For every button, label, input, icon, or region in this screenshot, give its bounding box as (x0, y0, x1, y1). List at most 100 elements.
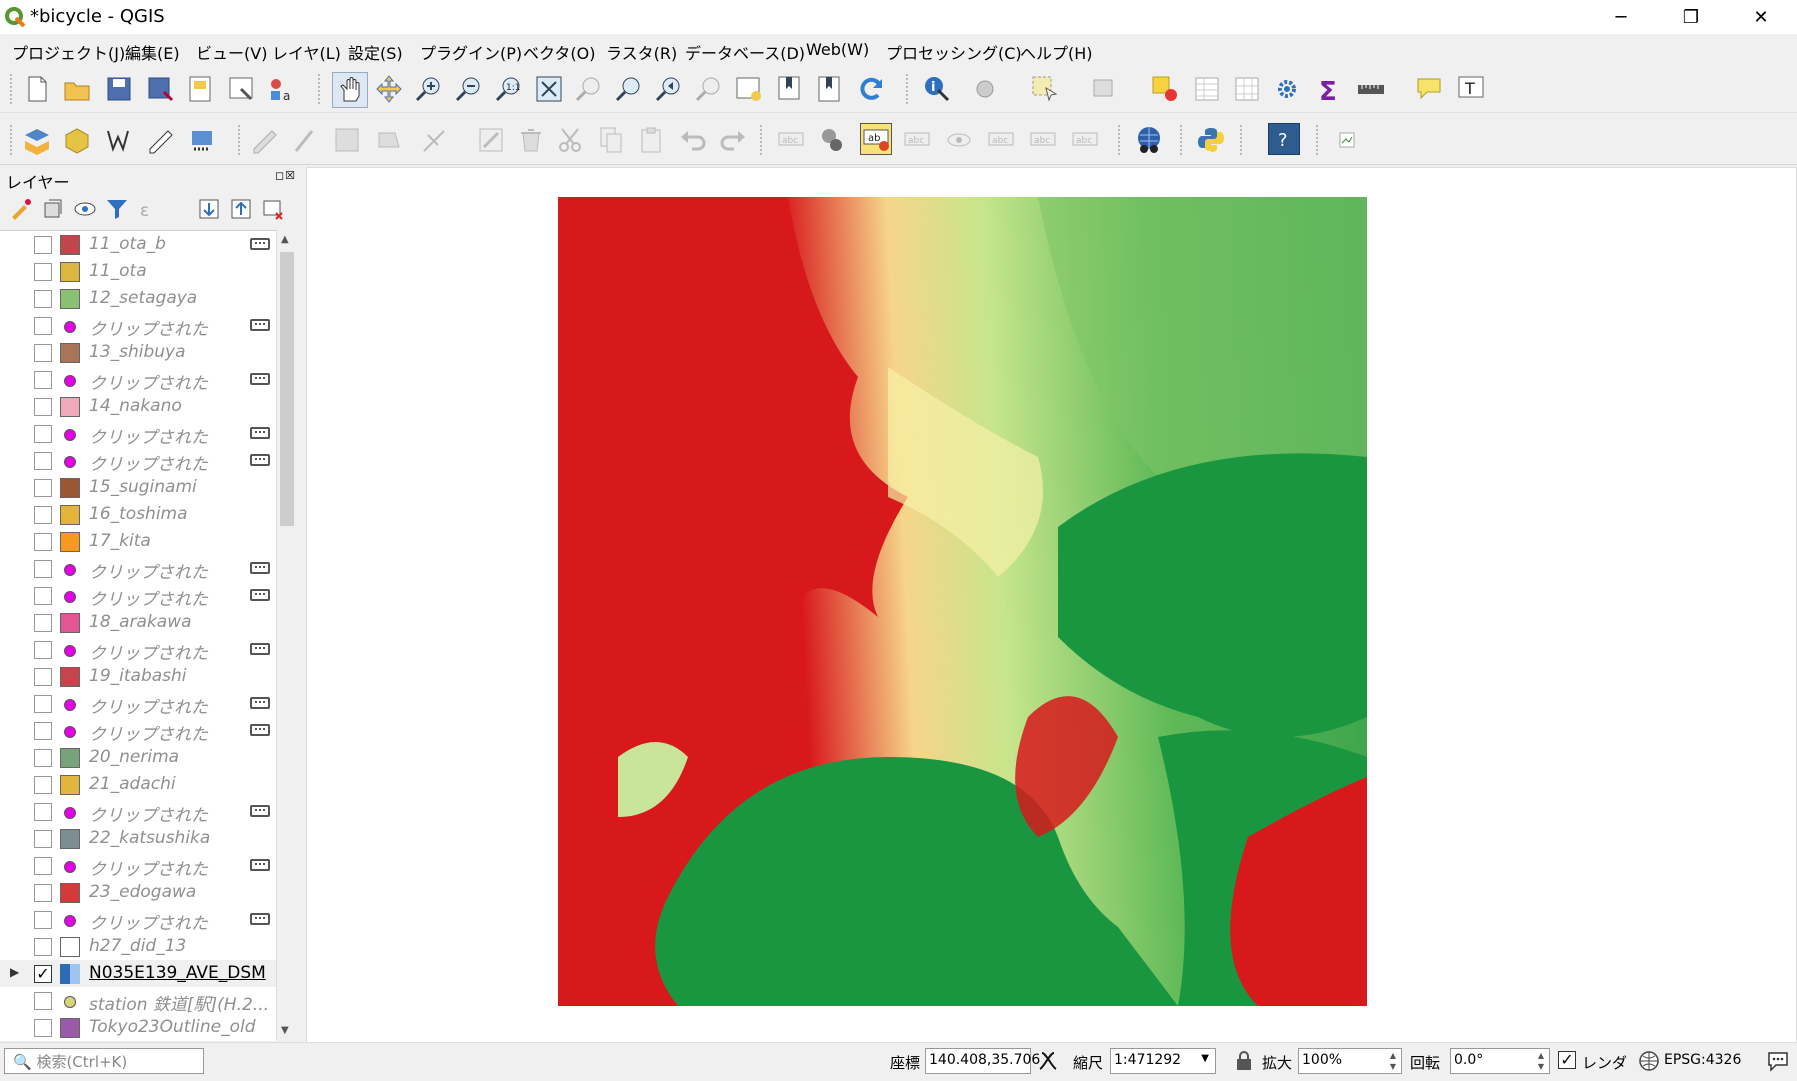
undo-icon[interactable] (678, 125, 708, 155)
temporary-layer-icon[interactable] (250, 724, 270, 736)
menu-processing[interactable]: プロセッシング(C) (886, 40, 1022, 64)
layer-item[interactable]: クリップされた (0, 366, 276, 394)
temporary-layer-icon[interactable] (250, 643, 270, 655)
layer-item[interactable]: station 鉄道[駅](H.2... (0, 987, 276, 1015)
coordinate-field[interactable]: 140.408,35.706 (925, 1048, 1040, 1074)
layer-visibility-checkbox[interactable] (34, 668, 52, 686)
layer-visibility-checkbox[interactable] (34, 398, 52, 416)
temporary-layer-icon[interactable] (250, 319, 270, 331)
crs-label[interactable]: EPSG:4326 (1664, 1052, 1741, 1068)
menu-settings[interactable]: 設定(S) (348, 40, 403, 64)
field-calculator-icon[interactable] (1232, 74, 1262, 104)
select-features-icon[interactable] (1030, 74, 1060, 104)
layer-item[interactable]: 11_ota_b (0, 231, 276, 258)
plugin-misc-icon[interactable] (1332, 125, 1362, 155)
temporary-layer-icon[interactable] (250, 697, 270, 709)
digitize-icon[interactable] (146, 125, 176, 155)
zoom-out-icon[interactable] (454, 74, 484, 104)
layer-item[interactable]: 13_shibuya (0, 339, 276, 366)
expand-all-icon[interactable] (196, 196, 222, 222)
layer-item[interactable]: 12_setagaya (0, 285, 276, 312)
zoom-next-icon[interactable] (694, 74, 724, 104)
manage-visibility-icon[interactable] (72, 196, 98, 222)
zoom-in-icon[interactable] (414, 74, 444, 104)
statistics-sum-icon[interactable]: Σ (1314, 74, 1344, 104)
layer-item[interactable]: 19_itabashi (0, 663, 276, 690)
layer-item[interactable]: 20_nerima (0, 744, 276, 771)
restore-button[interactable]: ❐ (1655, 0, 1727, 34)
open-project-icon[interactable] (62, 74, 92, 104)
spin-arrows-icon[interactable]: ▲ ▼ (1386, 1050, 1400, 1072)
cut-features-icon[interactable] (556, 125, 586, 155)
action-run-icon[interactable] (970, 74, 1000, 104)
menu-help[interactable]: ヘルプ(H) (1020, 40, 1093, 64)
layer-visibility-checkbox[interactable] (34, 938, 52, 956)
layer-item[interactable]: クリップされた (0, 420, 276, 448)
panel-float-close-buttons[interactable]: ◻☒ (275, 169, 296, 182)
vertex-tool-icon[interactable] (420, 125, 450, 155)
remove-layer-icon[interactable] (260, 196, 286, 222)
show-hide-labels-icon[interactable] (944, 125, 974, 155)
temporary-layer-icon[interactable] (250, 805, 270, 817)
new-map-view-icon[interactable] (734, 74, 764, 104)
menu-layer[interactable]: レイヤ(L) (272, 40, 341, 64)
messages-icon[interactable] (1766, 1049, 1790, 1073)
layer-visibility-checkbox[interactable] (34, 695, 52, 713)
layer-visibility-checkbox[interactable] (34, 479, 52, 497)
layer-visibility-checkbox[interactable] (34, 884, 52, 902)
refresh-icon[interactable] (856, 74, 886, 104)
pan-hand-icon[interactable] (332, 72, 368, 108)
zoom-to-selection-icon[interactable] (574, 74, 604, 104)
select-by-value-icon[interactable] (1090, 74, 1120, 104)
globe-plugin-icon[interactable] (1134, 125, 1164, 155)
identify-icon[interactable]: i (922, 74, 952, 104)
layer-item[interactable]: ▶ ✓ N035E139_AVE_DSM (0, 960, 276, 987)
layer-item[interactable]: Tokyo23Outline_old (0, 1014, 276, 1041)
style-manager-icon[interactable]: a (266, 74, 296, 104)
add-group-icon[interactable] (40, 196, 66, 222)
rotate-label-icon[interactable]: abc (986, 125, 1016, 155)
scroll-thumb[interactable] (280, 252, 294, 526)
layer-visibility-checkbox[interactable] (34, 722, 52, 740)
layer-item[interactable]: クリップされた (0, 906, 276, 934)
processing-toolbox-icon[interactable] (1272, 74, 1302, 104)
rotation-spinbox[interactable]: 0.0° ▲ ▼ (1450, 1048, 1550, 1074)
layer-tree-scrollbar[interactable]: ▲ ▼ (276, 230, 297, 1040)
layer-item[interactable]: 18_arakawa (0, 609, 276, 636)
layer-item[interactable]: クリップされた (0, 690, 276, 718)
layer-item[interactable]: クリップされた (0, 717, 276, 745)
minimize-button[interactable]: ─ (1585, 0, 1657, 34)
crs-globe-icon[interactable] (1638, 1050, 1660, 1072)
layer-visibility-checkbox[interactable] (34, 452, 52, 470)
menu-raster[interactable]: ラスタ(R) (606, 40, 677, 64)
zoom-to-layer-icon[interactable] (614, 74, 644, 104)
layer-visibility-checkbox[interactable] (34, 560, 52, 578)
layer-item[interactable]: クリップされた (0, 555, 276, 583)
layer-visibility-checkbox[interactable] (34, 614, 52, 632)
lock-scale-icon[interactable] (1233, 1050, 1255, 1072)
layer-item[interactable]: クリップされた (0, 636, 276, 664)
paste-features-icon[interactable] (636, 125, 666, 155)
new-print-layout-icon[interactable] (186, 74, 216, 104)
temporary-layer-icon[interactable] (250, 859, 270, 871)
data-source-manager-icon[interactable] (22, 125, 52, 155)
toggle-editing-icon[interactable] (290, 125, 320, 155)
layer-item[interactable]: h27_did_13 (0, 933, 276, 960)
layer-item[interactable]: クリップされた (0, 582, 276, 610)
save-edits-icon[interactable] (332, 125, 362, 155)
delete-selected-icon[interactable] (516, 125, 546, 155)
new-geopackage-icon[interactable] (62, 125, 92, 155)
toggle-extents-icon[interactable] (1036, 1049, 1060, 1073)
change-label-icon[interactable]: abc (1028, 125, 1058, 155)
deselect-all-icon[interactable] (1150, 74, 1180, 104)
layer-item[interactable]: 17_kita (0, 528, 276, 555)
filter-legend-icon[interactable] (104, 196, 130, 222)
save-project-icon[interactable] (104, 74, 134, 104)
layer-visibility-checkbox[interactable]: ✓ (34, 965, 52, 983)
layout-manager-icon[interactable] (226, 74, 256, 104)
temporary-layer-icon[interactable] (250, 589, 270, 601)
temporary-layer-icon[interactable] (250, 454, 270, 466)
scroll-down-arrow-icon[interactable]: ▼ (281, 1025, 289, 1036)
new-virtual-layer-icon[interactable] (188, 125, 218, 155)
label-properties-icon[interactable]: abc (1070, 125, 1100, 155)
